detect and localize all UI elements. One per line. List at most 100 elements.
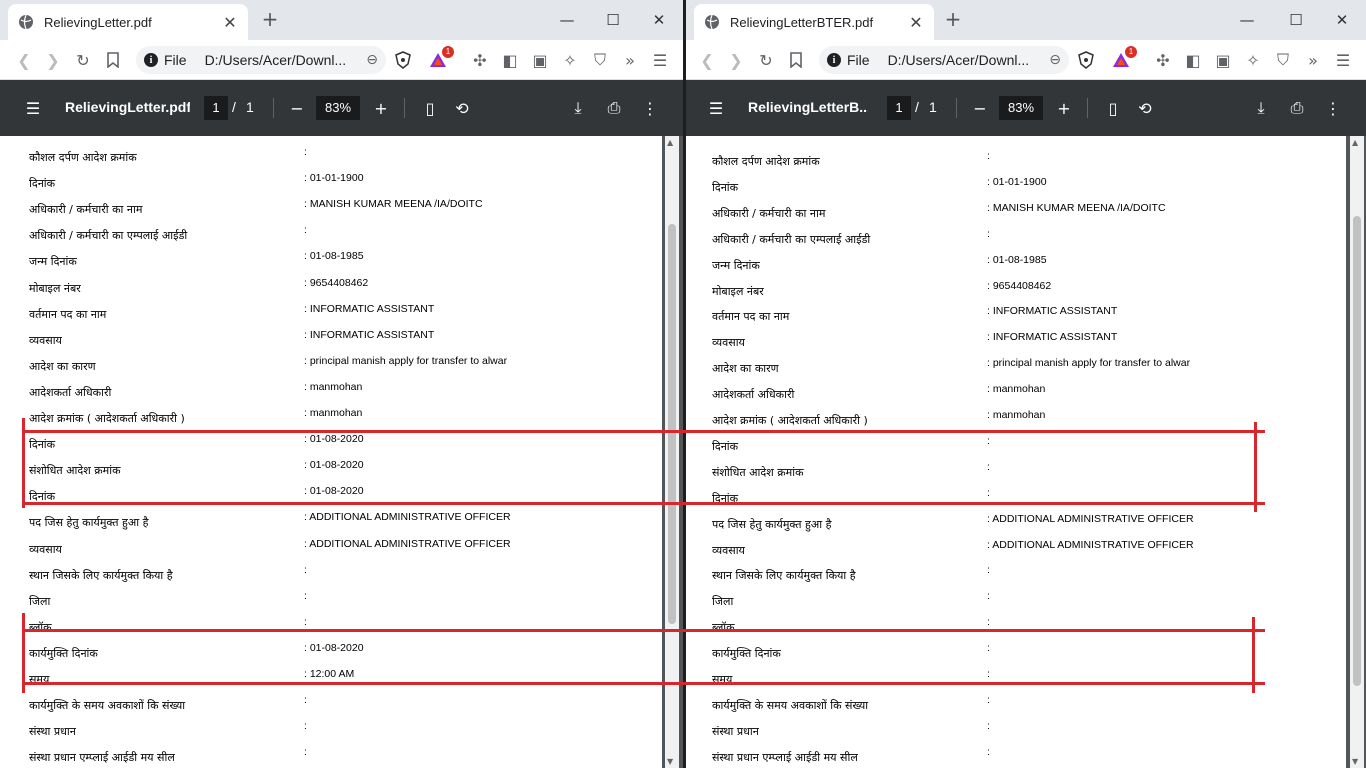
- new-tab-icon[interactable]: +: [260, 9, 280, 30]
- print-icon[interactable]: ⎙: [1287, 98, 1307, 118]
- field-label: आदेश का कारण: [712, 362, 779, 376]
- print-icon[interactable]: ⎙: [604, 98, 624, 118]
- menu-icon[interactable]: ☰: [1333, 50, 1353, 70]
- field-label: संस्था प्रधान एम्प्लाई आईडी मय सील: [29, 751, 175, 765]
- scroll-up-icon[interactable]: ▲: [667, 138, 673, 147]
- menu-icon[interactable]: ☰: [650, 50, 670, 70]
- back-icon[interactable]: ❮: [14, 50, 34, 70]
- field-value: : INFORMATIC ASSISTANT: [304, 328, 435, 341]
- extensions-icon[interactable]: ✣: [470, 50, 490, 70]
- download-icon[interactable]: ⤓: [568, 98, 588, 118]
- address-bar[interactable]: i File D:/Users/Acer/Downl... ⊖: [136, 46, 386, 74]
- fit-page-icon[interactable]: ▯: [420, 98, 440, 118]
- field-value: :: [304, 146, 307, 158]
- brave-shield-icon[interactable]: [393, 50, 413, 70]
- field-label: दिनांक: [29, 177, 56, 191]
- sidebar-icon[interactable]: ◧: [1183, 50, 1203, 70]
- zoom-input[interactable]: 83%: [316, 96, 360, 120]
- scroll-up-icon[interactable]: ▲: [1352, 138, 1358, 147]
- form-row: आदेश का कारण: principal manish apply for…: [0, 355, 662, 375]
- menu-icon[interactable]: ☰: [23, 98, 43, 118]
- tab-strip: RelievingLetter.pdf ✕ + — ☐ ✕: [0, 0, 683, 40]
- field-value: : 9654408462: [987, 279, 1052, 292]
- scrollbar-thumb[interactable]: [1353, 216, 1361, 686]
- vpn-icon[interactable]: ⛉: [1273, 50, 1293, 70]
- rotate-icon[interactable]: ⟲: [452, 98, 472, 118]
- brave-rewards-icon[interactable]: 1: [1111, 46, 1137, 70]
- fit-page-icon[interactable]: ▯: [1103, 98, 1123, 118]
- scrollbar[interactable]: ▲ ▼: [1350, 136, 1364, 768]
- address-bar[interactable]: i File D:/Users/Acer/Downl... ⊖: [819, 46, 1069, 74]
- leo-icon[interactable]: ✧: [1243, 50, 1263, 70]
- rotate-icon[interactable]: ⟲: [1135, 98, 1155, 118]
- maximize-icon[interactable]: ☐: [1282, 8, 1310, 32]
- vpn-icon[interactable]: ⛉: [590, 50, 610, 70]
- sidebar-icon[interactable]: ◧: [500, 50, 520, 70]
- bookmark-icon[interactable]: [103, 50, 123, 70]
- close-icon[interactable]: ✕: [222, 13, 238, 32]
- close-icon[interactable]: ✕: [908, 13, 924, 32]
- reload-icon[interactable]: ↻: [756, 50, 776, 70]
- field-value: : MANISH KUMAR MEENA /IA/DOITC: [304, 198, 483, 211]
- menu-icon[interactable]: ☰: [706, 98, 726, 118]
- zoom-out-icon[interactable]: ⊖: [366, 52, 378, 68]
- leo-icon[interactable]: ✧: [560, 50, 580, 70]
- bookmark-icon[interactable]: [786, 50, 806, 70]
- tab-relieving-letter-bter[interactable]: RelievingLetterBTER.pdf ✕: [694, 4, 934, 40]
- form-row: व्यवसाय: ADDITIONAL ADMINISTRATIVE OFFIC…: [0, 538, 662, 558]
- form-row: अधिकारी / कर्मचारी का एम्पलाई आईडी:: [0, 224, 662, 244]
- minimize-icon[interactable]: —: [1233, 8, 1261, 32]
- field-label: दिनांक: [712, 180, 739, 194]
- url-scheme: File: [164, 52, 187, 68]
- field-label: व्यवसाय: [29, 542, 62, 556]
- rewards-badge: 1: [1125, 46, 1137, 58]
- download-icon[interactable]: ⤓: [1251, 98, 1271, 118]
- more-vert-icon[interactable]: ⋮: [640, 98, 660, 118]
- info-icon[interactable]: i: [144, 53, 158, 67]
- scroll-down-icon[interactable]: ▼: [1352, 757, 1358, 766]
- scroll-down-icon[interactable]: ▼: [667, 757, 673, 766]
- form-row: वर्तमान पद का नाम: INFORMATIC ASSISTANT: [686, 305, 1346, 325]
- zoom-in-button[interactable]: +: [371, 98, 391, 118]
- more-chevrons-icon[interactable]: »: [620, 50, 640, 70]
- field-value: :: [987, 150, 990, 162]
- form-row: व्यवसाय: INFORMATIC ASSISTANT: [686, 331, 1346, 351]
- page-input[interactable]: 1: [887, 96, 911, 120]
- pdf-toolbar: ☰ RelievingLetterB... 1 / 1 − 83% + ▯ ⟲ …: [686, 80, 1366, 136]
- reload-icon[interactable]: ↻: [73, 50, 93, 70]
- zoom-out-button[interactable]: −: [287, 98, 307, 118]
- minimize-icon[interactable]: —: [553, 8, 581, 32]
- more-chevrons-icon[interactable]: »: [1303, 50, 1323, 70]
- brave-rewards-icon[interactable]: 1: [428, 46, 454, 70]
- forward-icon[interactable]: ❯: [43, 50, 63, 70]
- wallet-icon[interactable]: ▣: [1213, 50, 1233, 70]
- field-label: अधिकारी / कर्मचारी का नाम: [29, 203, 143, 217]
- scrollbar-thumb[interactable]: [668, 224, 676, 624]
- page-input[interactable]: 1: [204, 96, 228, 120]
- form-row: वर्तमान पद का नाम: INFORMATIC ASSISTANT: [0, 303, 662, 323]
- tab-relieving-letter[interactable]: RelievingLetter.pdf ✕: [8, 4, 248, 40]
- maximize-icon[interactable]: ☐: [599, 8, 627, 32]
- page-separator: /: [232, 99, 236, 115]
- more-vert-icon[interactable]: ⋮: [1323, 98, 1343, 118]
- zoom-in-button[interactable]: +: [1054, 98, 1074, 118]
- zoom-out-icon[interactable]: ⊖: [1049, 52, 1061, 68]
- back-icon[interactable]: ❮: [697, 50, 717, 70]
- form-row: मोबाइल नंबर: 9654408462: [0, 277, 662, 297]
- field-value: : principal manish apply for transfer to…: [304, 354, 508, 367]
- wallet-icon[interactable]: ▣: [530, 50, 550, 70]
- forward-icon[interactable]: ❯: [726, 50, 746, 70]
- brave-shield-icon[interactable]: [1076, 50, 1096, 70]
- field-value: :: [987, 719, 990, 732]
- form-row: आदेश क्रमांक ( आदेशकर्ता अधिकारी ): manm…: [0, 407, 662, 427]
- new-tab-icon[interactable]: +: [943, 9, 963, 30]
- field-label: जन्म दिनांक: [712, 258, 760, 272]
- form-row: कार्यमुक्ति के समय अवकाशों कि संख्या:: [0, 694, 662, 714]
- extensions-icon[interactable]: ✣: [1153, 50, 1173, 70]
- zoom-out-button[interactable]: −: [970, 98, 990, 118]
- close-window-icon[interactable]: ✕: [645, 8, 673, 32]
- info-icon[interactable]: i: [827, 53, 841, 67]
- url-text: D:/Users/Acer/Downl...: [204, 52, 347, 68]
- close-window-icon[interactable]: ✕: [1328, 8, 1356, 32]
- zoom-input[interactable]: 83%: [999, 96, 1043, 120]
